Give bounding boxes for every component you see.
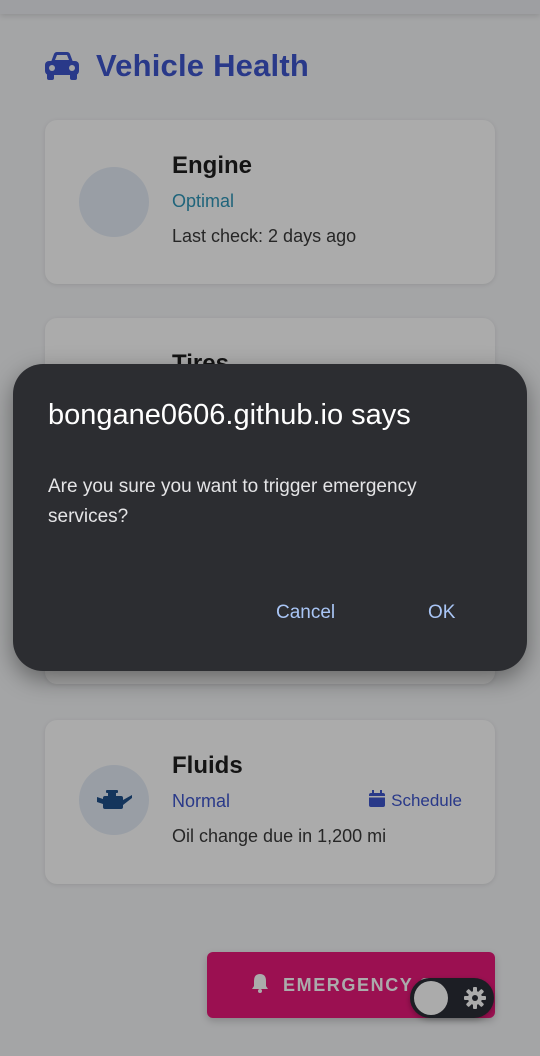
ok-button[interactable]: OK [428,602,455,624]
cancel-button[interactable]: Cancel [276,602,335,624]
confirm-dialog: bongane0606.github.io says Are you sure … [13,364,527,671]
dialog-message: Are you sure you want to trigger emergen… [48,476,417,527]
dialog-title: bongane0606.github.io says [48,399,411,431]
